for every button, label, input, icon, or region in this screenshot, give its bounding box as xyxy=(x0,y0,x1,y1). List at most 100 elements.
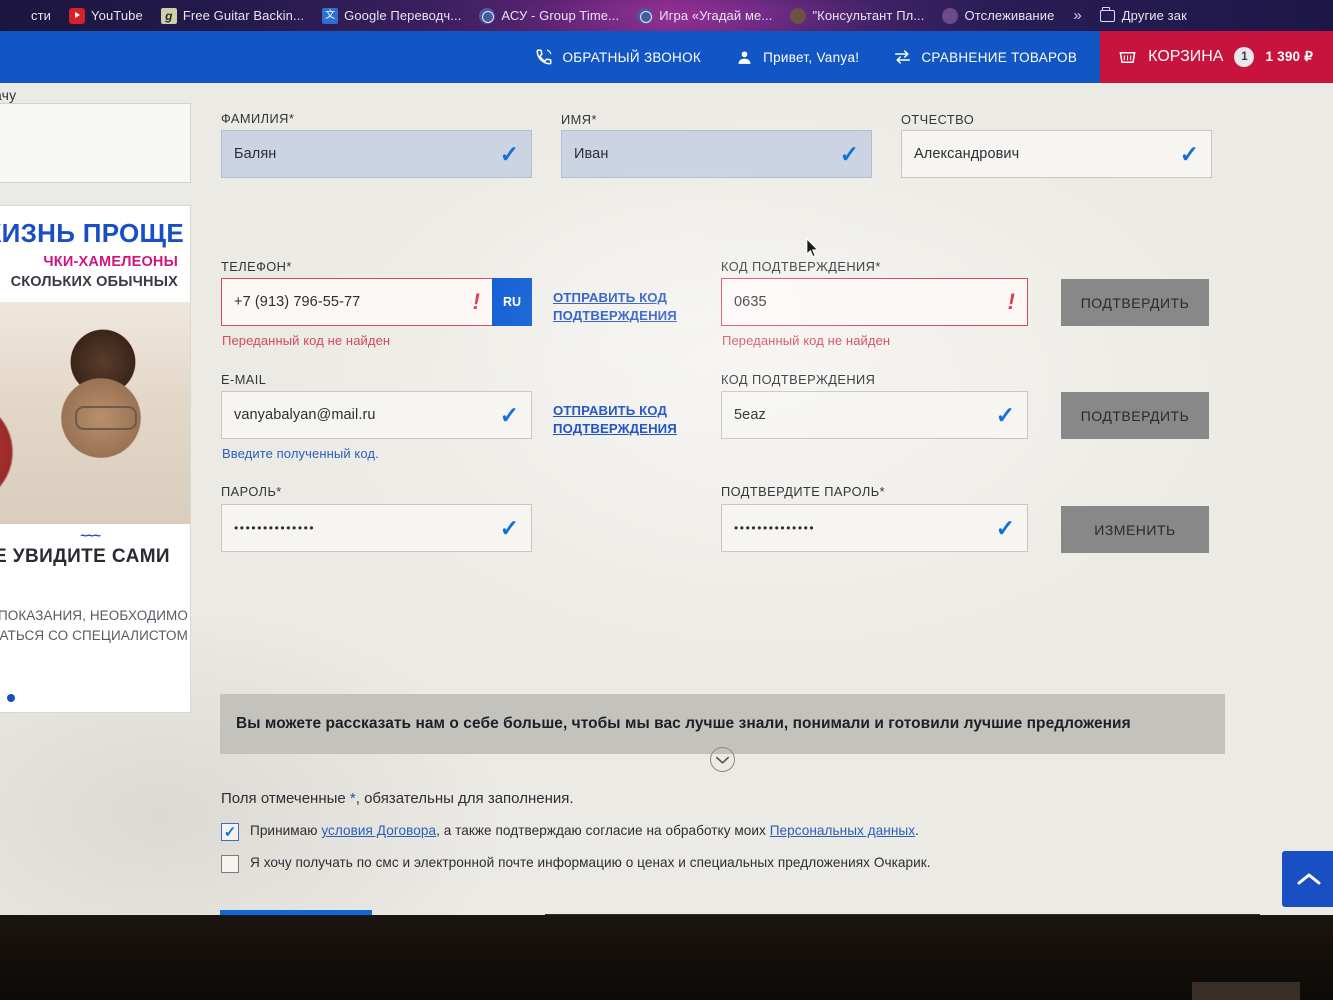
firstname-input[interactable]: Иван ✓ xyxy=(561,130,872,178)
more-info-banner-text: Вы можете рассказать нам о себе больше, … xyxy=(236,715,1131,732)
agreement-text-2: , а также подтверждаю согласие на обрабо… xyxy=(436,823,770,838)
error-icon: ! xyxy=(1007,289,1015,314)
check-icon: ✓ xyxy=(499,140,519,167)
password-value: •••••••••••••• xyxy=(234,521,316,535)
user-icon xyxy=(735,48,754,67)
bezel-notch xyxy=(1192,982,1300,1000)
change-password-button[interactable]: ИЗМЕНИТЬ xyxy=(1061,506,1209,553)
firstname-label: ИМЯ* xyxy=(561,112,597,127)
lastname-value: Балян xyxy=(234,146,277,162)
bookmark-item-tracking[interactable]: Отслеживание xyxy=(933,0,1063,31)
error-icon: ! xyxy=(472,289,480,314)
page-icon xyxy=(9,8,25,24)
bookmark-label: Отслеживание xyxy=(964,8,1055,23)
compare-products-button[interactable]: СРАВНЕНИЕ ТОВАРОВ xyxy=(876,31,1094,83)
cart-total-price: 1 390 ₽ xyxy=(1265,49,1313,64)
agreement-label: Принимаю условия Договора, а также подтв… xyxy=(250,823,919,838)
globe-icon xyxy=(637,7,654,24)
check-icon: ✓ xyxy=(995,514,1015,541)
other-bookmarks-label: Другие зак xyxy=(1121,8,1187,23)
phone-error-text: Переданный код не найден xyxy=(222,333,391,348)
konsultant-icon xyxy=(790,7,807,24)
bookmark-item-translate[interactable]: 文 Google Переводч... xyxy=(313,0,470,31)
password-confirm-value: •••••••••••••• xyxy=(734,521,816,535)
marketing-checkbox[interactable] xyxy=(221,855,239,873)
lastname-label: ФАМИЛИЯ* xyxy=(221,111,295,126)
callback-label: ОБРАТНЫЙ ЗВОНОК xyxy=(562,49,702,65)
greeting-label: Привет, Vanya! xyxy=(763,49,860,65)
callback-button[interactable]: ОБРАТНЫЙ ЗВОНОК xyxy=(517,31,718,83)
bookmark-item-youtube[interactable]: YouTube xyxy=(60,0,152,31)
phone-label: ТЕЛЕФОН* xyxy=(221,259,292,274)
check-icon: ✓ xyxy=(995,401,1015,428)
check-icon: ✓ xyxy=(499,401,519,428)
compare-arrows-icon xyxy=(893,48,912,67)
bookmark-item-game[interactable]: Игра «Угадай ме... xyxy=(628,0,781,31)
agreement-checkbox[interactable] xyxy=(221,823,239,841)
middlename-label: ОТЧЕСТВО xyxy=(901,112,975,127)
cart-button[interactable]: КОРЗИНА 1 1 390 ₽ xyxy=(1100,31,1333,83)
profile-form: ФАМИЛИЯ* Балян ✓ ИМЯ* Иван ✓ ОТЧЕСТВО Ал… xyxy=(0,83,1333,915)
send-phone-code-link[interactable]: ОТПРАВИТЬ КОД ПОДТВЕРЖДЕНИЯ xyxy=(553,289,693,325)
phone-code-input[interactable]: 0635 ! xyxy=(721,278,1028,326)
expand-more-button[interactable] xyxy=(710,747,735,772)
check-icon: ✓ xyxy=(1179,140,1199,167)
middlename-value: Александрович xyxy=(914,146,1020,162)
bookmarks-overflow-button[interactable]: » xyxy=(1063,7,1091,24)
password-label: ПАРОЛЬ* xyxy=(221,484,282,499)
password-input[interactable]: •••••••••••••• ✓ xyxy=(221,504,532,552)
agreement-checkbox-row[interactable]: Принимаю условия Договора, а также подтв… xyxy=(221,823,919,841)
bookmark-label: Free Guitar Backin... xyxy=(182,8,305,23)
email-hint-text: Введите полученный код. xyxy=(222,446,379,461)
bookmark-label: Google Переводч... xyxy=(344,8,462,23)
other-bookmarks-folder[interactable]: Другие зак xyxy=(1092,0,1195,31)
marketing-checkbox-row[interactable]: Я хочу получать по смс и электронной поч… xyxy=(221,855,931,873)
required-note-text-2: , обязательны для заполнения. xyxy=(355,790,574,807)
email-code-label: КОД ПОДТВЕРЖДЕНИЯ xyxy=(721,372,876,387)
required-note-text-1: Поля отмеченные xyxy=(221,790,350,807)
password-confirm-input[interactable]: •••••••••••••• ✓ xyxy=(721,504,1028,552)
phone-input[interactable]: +7 (913) 796-55-77 ! RU xyxy=(221,278,532,326)
bookmark-item-asu[interactable]: АСУ - Group Time... xyxy=(470,0,628,31)
confirm-phone-button[interactable]: ПОДТВЕРДИТЬ xyxy=(1061,279,1209,326)
email-value: vanyabalyan@mail.ru xyxy=(234,407,376,423)
personal-data-link[interactable]: Персональных данных xyxy=(770,823,915,838)
lastname-input[interactable]: Балян ✓ xyxy=(221,130,532,178)
cart-label: КОРЗИНА xyxy=(1148,48,1224,65)
cart-icon xyxy=(1118,48,1137,67)
bookmark-label: YouTube xyxy=(91,8,143,23)
browser-bookmarks-bar: сти YouTube g Free Guitar Backin... 文 Go… xyxy=(0,0,1333,31)
monitor-bezel xyxy=(0,915,1333,1000)
bookmark-label: сти xyxy=(31,8,52,23)
page-content: ачу ТЬ ЖИЗНЬ ПРОЩЕ ЧКИ-ХАМЕЛЕОНЫ СКОЛЬКИ… xyxy=(0,83,1333,915)
folder-icon xyxy=(1099,7,1115,22)
globe-icon xyxy=(479,7,496,24)
scroll-to-top-button[interactable] xyxy=(1282,851,1333,907)
bookmark-item-konsultant[interactable]: "Консультант Пл... xyxy=(781,0,933,31)
more-info-banner: Вы можете рассказать нам о себе больше, … xyxy=(220,694,1225,754)
phone-code-error-text: Переданный код не найден xyxy=(722,333,891,348)
phone-code-label: КОД ПОДТВЕРЖДЕНИЯ* xyxy=(721,259,881,274)
phone-icon xyxy=(534,48,553,67)
phone-code-value: 0635 xyxy=(734,294,767,310)
required-fields-note: Поля отмеченные *, обязательны для запол… xyxy=(221,790,574,807)
email-code-input[interactable]: 5eaz ✓ xyxy=(721,391,1028,439)
email-code-value: 5eaz xyxy=(734,407,766,423)
bookmark-item-guitar[interactable]: g Free Guitar Backin... xyxy=(152,0,313,31)
country-code-badge[interactable]: RU xyxy=(492,278,532,326)
guitar-icon: g xyxy=(160,7,177,24)
email-input[interactable]: vanyabalyan@mail.ru ✓ xyxy=(221,391,532,439)
user-greeting[interactable]: Привет, Vanya! xyxy=(718,31,876,83)
bookmark-label: "Консультант Пл... xyxy=(812,8,925,23)
bookmark-label: Игра «Угадай ме... xyxy=(659,8,773,23)
cart-count-badge: 1 xyxy=(1234,47,1255,67)
confirm-email-button[interactable]: ПОДТВЕРДИТЬ xyxy=(1061,392,1209,439)
bookmark-item[interactable]: сти xyxy=(0,0,60,31)
send-email-code-link[interactable]: ОТПРАВИТЬ КОД ПОДТВЕРЖДЕНИЯ xyxy=(553,402,693,438)
middlename-input[interactable]: Александрович ✓ xyxy=(901,130,1212,178)
contract-terms-link[interactable]: условия Договора xyxy=(321,823,436,838)
agreement-text-1: Принимаю xyxy=(250,823,322,838)
marketing-label: Я хочу получать по смс и электронной поч… xyxy=(250,855,931,870)
youtube-icon xyxy=(69,7,86,24)
check-icon: ✓ xyxy=(499,514,519,541)
